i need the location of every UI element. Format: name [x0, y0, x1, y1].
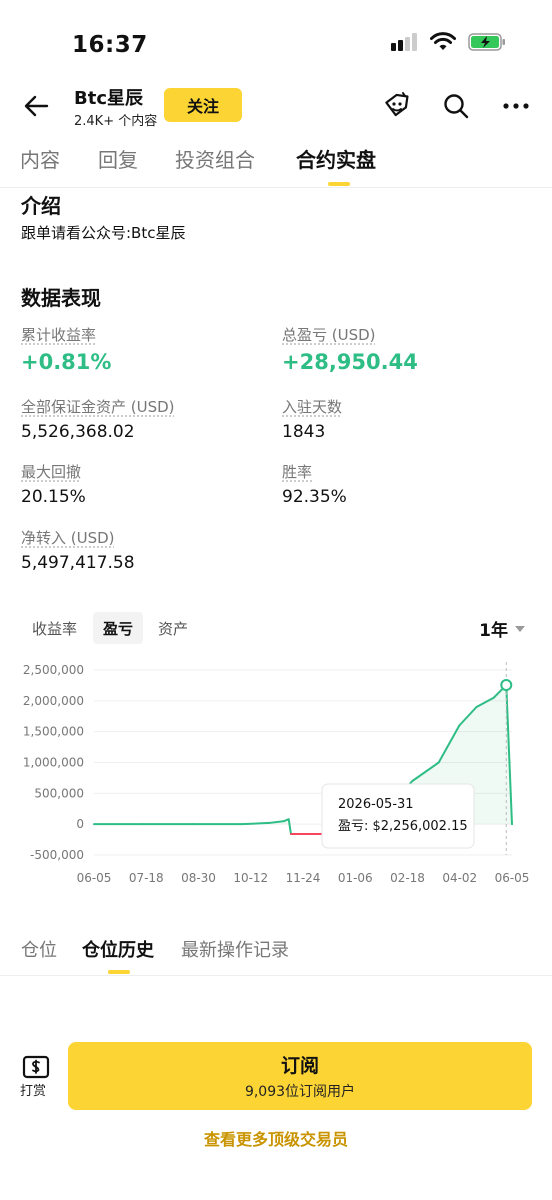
cumulative-return-label[interactable]: 累计收益率: [21, 324, 96, 345]
subscribe-button[interactable]: 订阅 9,093位订阅用户: [68, 1042, 532, 1110]
pnl-chart[interactable]: 2,500,000 2,000,000 1,500,000 1,000,000 500,…: [0, 650, 552, 890]
search-button[interactable]: [440, 90, 472, 122]
active-tab-indicator: [328, 182, 350, 186]
battery-charging-icon: [468, 33, 505, 51]
x-tick-label: 11-24: [286, 871, 321, 885]
tab-portfolio[interactable]: 投资组合: [175, 144, 255, 173]
more-top-traders-link[interactable]: 查看更多顶级交易员: [0, 1126, 552, 1150]
position-tab-indicator: [108, 970, 130, 974]
x-tick-label: 04-02: [442, 871, 477, 885]
max-drawdown-label[interactable]: 最大回撤: [21, 461, 81, 482]
tooltip-box: [321, 783, 475, 849]
status-bar: 16:37: [0, 0, 552, 80]
win-rate-label[interactable]: 胜率: [282, 461, 312, 482]
wifi-icon: [430, 32, 456, 50]
total-pnl-label[interactable]: 总盈亏 (USD): [282, 324, 376, 345]
intro-title: 介绍: [21, 194, 61, 218]
y-tick-label: 2,000,000: [23, 694, 84, 708]
position-tabs: 仓位 仓位历史 最新操作记录: [0, 932, 552, 976]
x-tick-label: 08-30: [181, 871, 216, 885]
chart-tab-return-rate[interactable]: 收益率: [22, 612, 87, 644]
win-rate-value: 92.35%: [282, 487, 347, 507]
x-tick-label: 10-12: [233, 871, 268, 885]
more-button[interactable]: [500, 90, 532, 122]
tooltip-date: 2026-05-31: [338, 797, 414, 812]
tab-futures-live[interactable]: 合约实盘: [296, 144, 376, 173]
x-tick-label: 06-05: [495, 871, 530, 885]
content-count: 2.4K+ 个内容: [74, 114, 158, 129]
back-button[interactable]: [20, 90, 52, 122]
x-tick-label: 07-18: [129, 871, 164, 885]
intro-text: 跟单请看公众号:Btc星辰: [21, 224, 186, 242]
status-icons: [390, 32, 506, 52]
days-value: 1843: [282, 422, 326, 442]
total-pnl-value: +28,950.44: [282, 350, 418, 374]
y-tick-label: 0: [76, 817, 84, 831]
more-horizontal-icon: [503, 103, 529, 109]
tab-replies[interactable]: 回复: [98, 144, 138, 173]
profile-tabs: 内容 回复 投资组合 合约实盘: [0, 140, 552, 188]
performance-title: 数据表现: [21, 286, 101, 310]
caret-down-icon: [515, 625, 525, 632]
profile-header: Btc星辰 2.4K+ 个内容 关注: [0, 80, 552, 136]
pnl-line-segment: [240, 821, 271, 826]
follow-button[interactable]: 关注: [164, 88, 242, 122]
smile-tag-icon: [385, 92, 409, 117]
x-tick-label: 01-06: [338, 871, 373, 885]
tab-content[interactable]: 内容: [20, 144, 60, 173]
y-tick-label: 1,500,000: [23, 725, 84, 739]
y-tick-label: 500,000: [34, 786, 84, 800]
tab-latest-operations[interactable]: 最新操作记录: [181, 936, 289, 962]
range-selector[interactable]: 1年: [479, 616, 526, 641]
y-tick-label: 1,000,000: [23, 756, 84, 770]
cumulative-return-value: +0.81%: [21, 350, 112, 374]
subscribe-label: 订阅: [280, 1055, 319, 1077]
cellular-signal-icon: [391, 33, 417, 51]
tip-label[interactable]: 打赏: [20, 1080, 46, 1099]
net-transfer-label[interactable]: 净转入 (USD): [21, 527, 115, 548]
trader-name: Btc星辰: [74, 88, 143, 109]
range-label: 1年: [479, 621, 508, 641]
tab-position-history[interactable]: 仓位历史: [82, 936, 154, 962]
tooltip-value: 盈亏: $2,256,002.15: [338, 819, 468, 834]
chart-tab-pnl[interactable]: 盈亏: [93, 612, 144, 644]
y-tick-label: 2,500,000: [23, 663, 84, 677]
share-tag-button[interactable]: [380, 90, 412, 122]
subscriber-count: 9,093位订阅用户: [244, 1084, 356, 1100]
selected-point: [500, 679, 513, 692]
x-tick-label: 02-18: [390, 871, 425, 885]
tip-dollar-icon[interactable]: [22, 1054, 50, 1082]
tab-positions[interactable]: 仓位: [21, 936, 57, 962]
y-tick-label: -500,000: [30, 848, 84, 862]
status-time: 16:37: [72, 32, 148, 58]
net-transfer-value: 5,497,417.58: [21, 553, 135, 573]
x-tick-label: 06-05: [77, 871, 112, 885]
search-icon: [444, 94, 469, 119]
arrow-left-icon: [24, 95, 49, 117]
max-drawdown-value: 20.15%: [21, 487, 86, 507]
pnl-line-segment: [287, 818, 292, 836]
days-label[interactable]: 入驻天数: [282, 396, 342, 417]
margin-assets-value: 5,526,368.02: [21, 422, 135, 442]
margin-assets-label[interactable]: 全部保证金资产 (USD): [21, 396, 175, 417]
chart-tab-assets[interactable]: 资产: [148, 612, 198, 644]
